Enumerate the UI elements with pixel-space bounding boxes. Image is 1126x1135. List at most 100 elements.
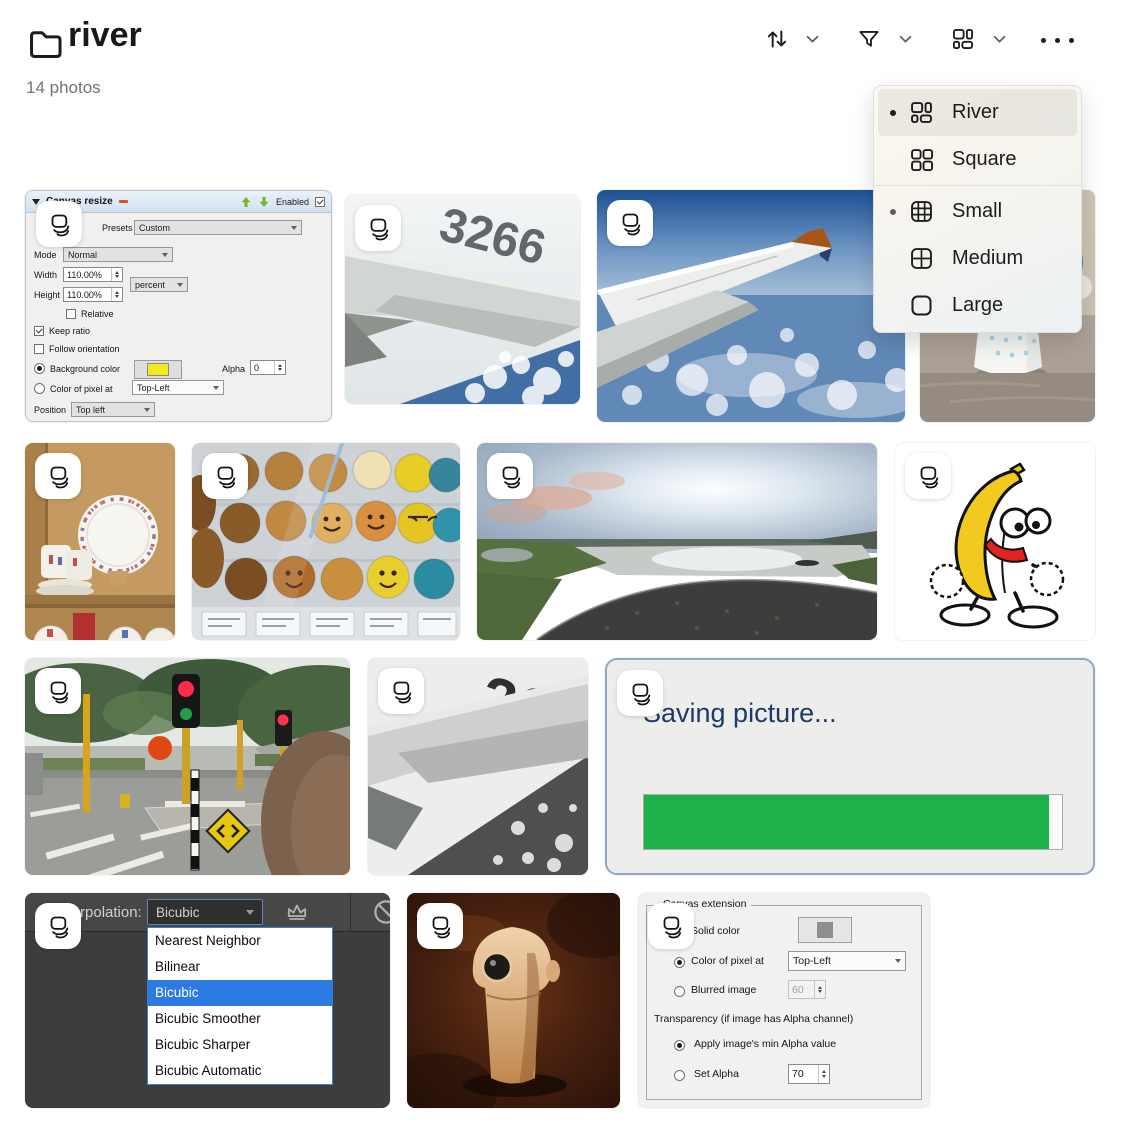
height-spinner: 110.00% <box>63 287 123 302</box>
stack-badge[interactable] <box>905 453 951 499</box>
more-ellipsis-icon <box>1041 37 1046 43</box>
stack-icon <box>617 210 643 236</box>
stack-badge[interactable] <box>487 453 533 499</box>
relative-checkbox <box>66 309 76 319</box>
chevron-down-icon <box>899 35 912 44</box>
pixel-color-radio <box>674 957 685 968</box>
stack-badge[interactable] <box>607 200 653 246</box>
blur-spinner: 60 <box>788 980 826 999</box>
pixel-position-select: Top-Left <box>788 951 906 971</box>
stack-icon <box>45 913 71 939</box>
stack-icon <box>627 680 653 706</box>
width-spinner: 110.00% <box>63 267 123 282</box>
stack-badge[interactable] <box>35 903 81 949</box>
menu-item-river[interactable]: River <box>878 89 1077 136</box>
stack-badge[interactable] <box>417 903 463 949</box>
sort-icon <box>764 26 790 52</box>
menu-item-medium[interactable]: Medium <box>878 235 1077 282</box>
photo-thumbnail-wing-clouds[interactable] <box>597 190 905 422</box>
menu-separator <box>874 185 1081 186</box>
pixel-color-radio <box>34 383 45 394</box>
collapse-triangle-icon <box>32 198 40 205</box>
option-bicubic-smoother: Bicubic Smoother <box>155 1011 261 1026</box>
photo-thumbnail-canvas-extension[interactable]: Canvas extension Solid color Color of pi… <box>638 893 930 1108</box>
filter-dropdown-chevron[interactable] <box>899 35 912 44</box>
sort-dropdown-chevron[interactable] <box>806 35 819 44</box>
photo-thumbnail-wing[interactable]: 3266 <box>345 195 580 404</box>
photos-app-window: river 14 photos River Square Small Mediu… <box>0 0 1126 1135</box>
stack-icon <box>658 913 684 939</box>
square-layout-icon <box>908 146 935 173</box>
stack-icon <box>212 463 238 489</box>
stack-icon <box>45 463 71 489</box>
background-color-radio <box>34 363 45 374</box>
background-color-swatch <box>134 360 182 379</box>
selected-dot <box>878 109 908 116</box>
alpha-spinner: 0 <box>250 360 286 375</box>
chevron-down-icon <box>993 35 1006 44</box>
stack-badge[interactable] <box>36 201 82 247</box>
stack-badge[interactable] <box>648 903 694 949</box>
photo-thumbnail-buns[interactable] <box>192 443 460 640</box>
stack-badge[interactable] <box>35 668 81 714</box>
more-options-button[interactable] <box>1041 28 1074 52</box>
option-bicubic-sharper: Bicubic Sharper <box>155 1037 251 1052</box>
layout-grid-icon <box>950 26 976 52</box>
stack-badge[interactable] <box>35 453 81 499</box>
stack-icon <box>45 678 71 704</box>
grid-medium-icon <box>908 245 935 272</box>
stack-icon <box>365 215 391 241</box>
saving-text: Saving picture... <box>643 698 837 728</box>
menu-item-large[interactable]: Large <box>878 282 1077 329</box>
set-alpha-radio <box>674 1070 685 1081</box>
apply-min-alpha-radio <box>674 1040 685 1051</box>
sort-button[interactable] <box>764 26 790 52</box>
layout-button[interactable] <box>950 26 976 52</box>
pixel-position-select: Top-Left <box>132 380 224 395</box>
follow-orientation-checkbox <box>34 344 44 354</box>
presets-select: Custom <box>134 220 302 235</box>
photo-thumbnail-creature[interactable] <box>407 893 620 1108</box>
grid-small-icon <box>908 198 935 225</box>
mode-select: Normal <box>63 247 173 262</box>
option-bilinear: Bilinear <box>155 959 201 974</box>
photo-thumbnail-shelf[interactable] <box>25 443 175 640</box>
photo-count: 14 photos <box>26 78 101 97</box>
page-title: river <box>68 16 142 54</box>
set-alpha-spinner: 70 <box>788 1064 830 1084</box>
photo-thumbnail-traffic[interactable] <box>25 658 350 875</box>
toolbar-divider <box>350 893 351 931</box>
photo-thumbnail-panorama[interactable] <box>477 443 877 640</box>
remove-dash-icon <box>118 200 128 203</box>
photo-thumbnail-saving-dialog[interactable]: Saving picture... <box>605 658 1095 875</box>
chevron-down-icon <box>806 35 819 44</box>
stack-badge[interactable] <box>617 670 663 716</box>
stack-badge[interactable] <box>355 205 401 251</box>
menu-item-square[interactable]: Square <box>878 136 1077 183</box>
position-select: Top left <box>71 402 155 417</box>
photo-thumbnail-interpolation[interactable]: Interpolation: Bicubic Nearest Neighbor … <box>25 893 390 1108</box>
stack-icon <box>388 678 414 704</box>
photo-thumbnail-banana[interactable] <box>895 443 1095 640</box>
selected-dot <box>878 208 908 215</box>
filter-button[interactable] <box>856 26 882 52</box>
menu-item-small[interactable]: Small <box>878 188 1077 235</box>
filter-icon <box>856 26 882 52</box>
solid-color-swatch <box>798 917 852 943</box>
interpolation-options-list: Nearest Neighbor Bilinear Bicubic Bicubi… <box>147 927 333 1085</box>
photo-thumbnail-canvas-resize[interactable]: Canvas resize Enabled Presets Custom Mod… <box>25 190 332 422</box>
blurred-image-radio <box>674 986 685 997</box>
stack-badge[interactable] <box>202 453 248 499</box>
photo-thumbnail-bw-wing[interactable]: 266 <box>368 658 588 875</box>
stack-badge[interactable] <box>378 668 424 714</box>
puppet-warp-icon <box>283 898 311 926</box>
option-bicubic-automatic: Bicubic Automatic <box>155 1063 262 1078</box>
prohibit-icon <box>371 897 390 927</box>
layout-dropdown-chevron[interactable] <box>993 35 1006 44</box>
river-layout-icon <box>908 99 935 126</box>
background-color-swatch-inner <box>147 363 169 376</box>
folder-icon <box>26 24 64 62</box>
unit-select: percent <box>130 277 188 292</box>
layout-menu: River Square Small Medium Large <box>873 85 1082 333</box>
saving-progress-track <box>643 794 1063 850</box>
